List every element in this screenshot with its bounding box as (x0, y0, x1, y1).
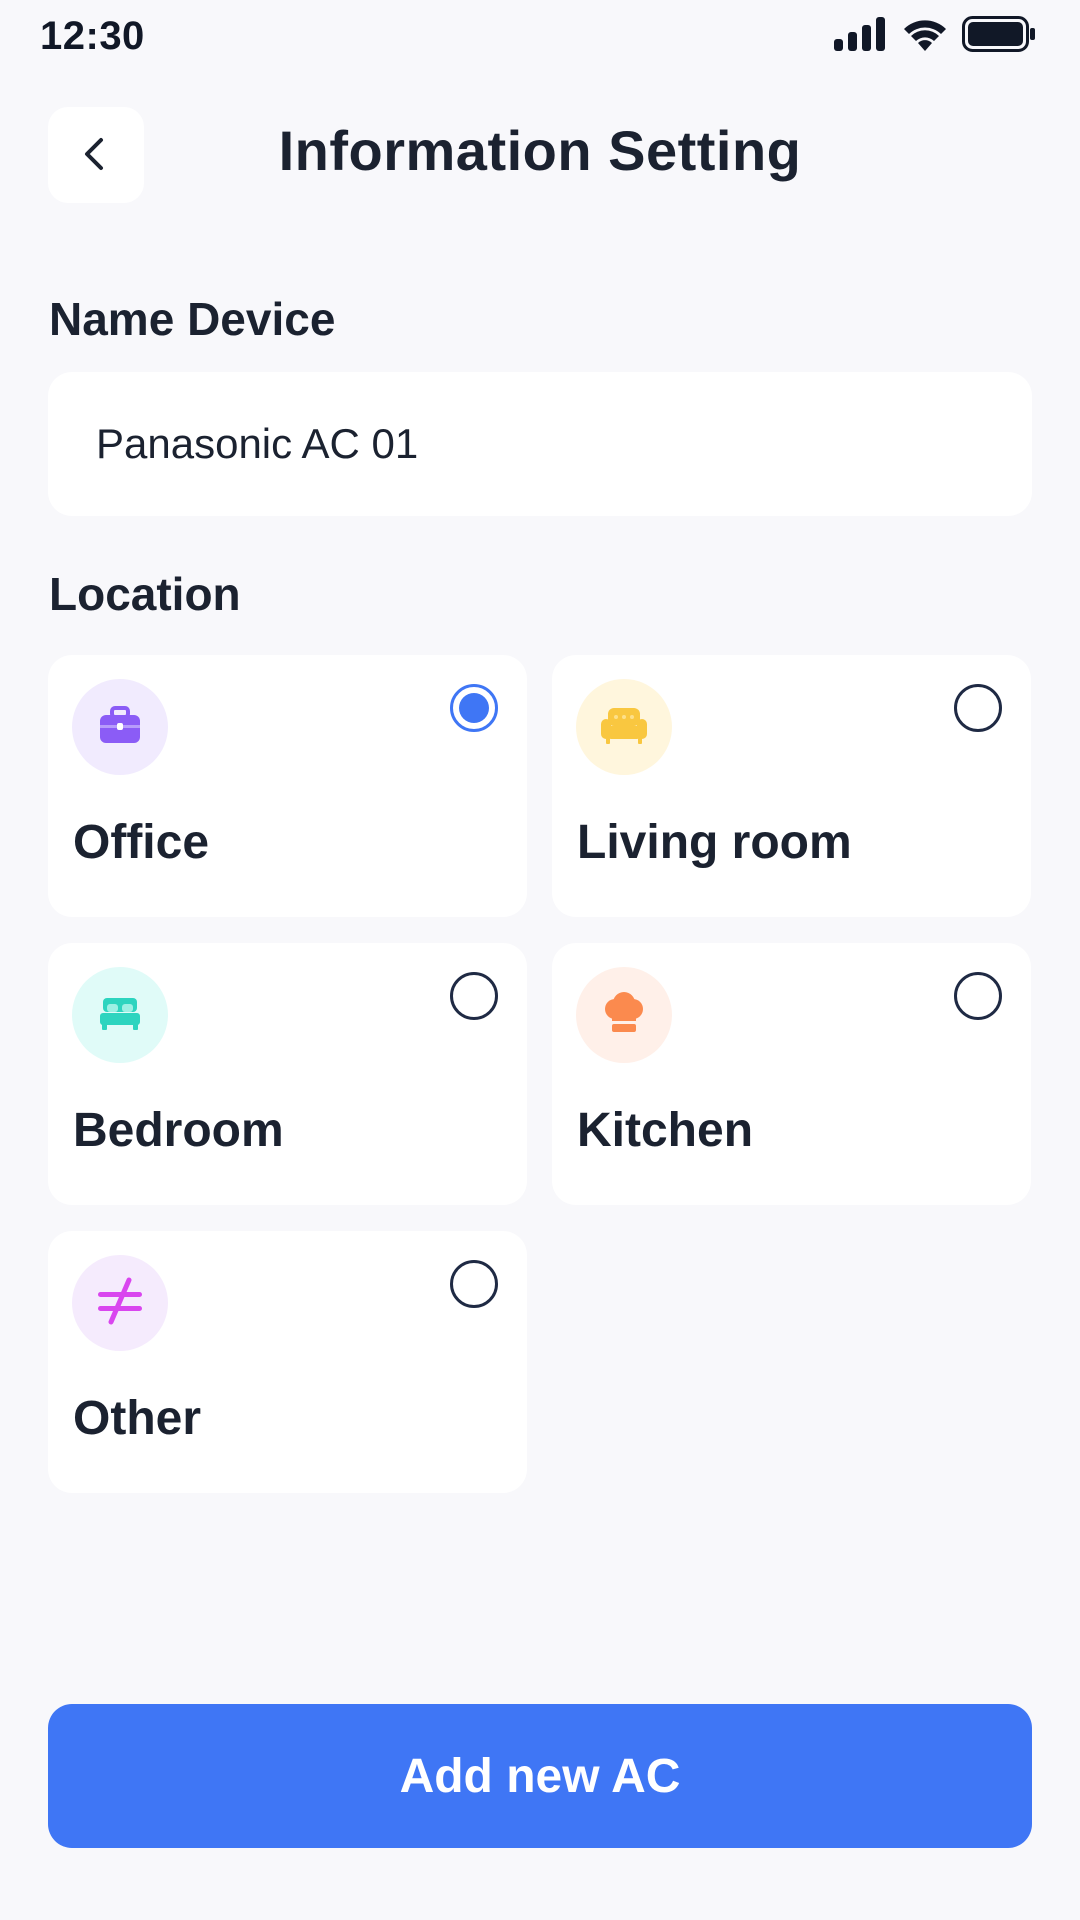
location-label-office: Office (73, 816, 210, 869)
status-time: 12:30 (40, 14, 145, 58)
chef-hat-icon (602, 991, 646, 1040)
location-label-living-room: Living room (577, 816, 852, 869)
add-new-ac-button[interactable]: Add new AC (48, 1704, 1032, 1848)
location-radio-office[interactable] (450, 684, 498, 732)
location-label-kitchen: Kitchen (577, 1104, 754, 1157)
location-card-office[interactable]: Office (48, 655, 527, 917)
location-card-other[interactable]: Other (48, 1231, 527, 1493)
page-title: Information Setting (278, 119, 802, 182)
kitchen-icon-badge (576, 967, 672, 1063)
device-name-input[interactable] (48, 372, 1032, 516)
status-icons (834, 16, 1036, 52)
not-equal-icon (95, 1277, 145, 1330)
battery-icon (962, 16, 1036, 52)
location-radio-bedroom[interactable] (450, 972, 498, 1020)
other-icon-badge (72, 1255, 168, 1351)
name-device-label: Name Device (49, 293, 336, 345)
living-room-icon-badge (576, 679, 672, 775)
office-icon-badge (72, 679, 168, 775)
location-radio-other[interactable] (450, 1260, 498, 1308)
bed-icon (98, 995, 142, 1036)
location-label-other: Other (73, 1392, 202, 1445)
location-card-living-room[interactable]: Living room (552, 655, 1031, 917)
location-radio-living-room[interactable] (954, 684, 1002, 732)
wifi-icon (902, 17, 948, 51)
location-card-bedroom[interactable]: Bedroom (48, 943, 527, 1205)
signal-icon (834, 17, 888, 51)
sofa-icon (600, 705, 648, 750)
location-card-kitchen[interactable]: Kitchen (552, 943, 1031, 1205)
bedroom-icon-badge (72, 967, 168, 1063)
location-label: Location (49, 568, 241, 620)
briefcase-icon (98, 705, 142, 750)
status-bar: 12:30 (0, 0, 1080, 80)
location-radio-kitchen[interactable] (954, 972, 1002, 1020)
location-label-bedroom: Bedroom (73, 1104, 284, 1157)
